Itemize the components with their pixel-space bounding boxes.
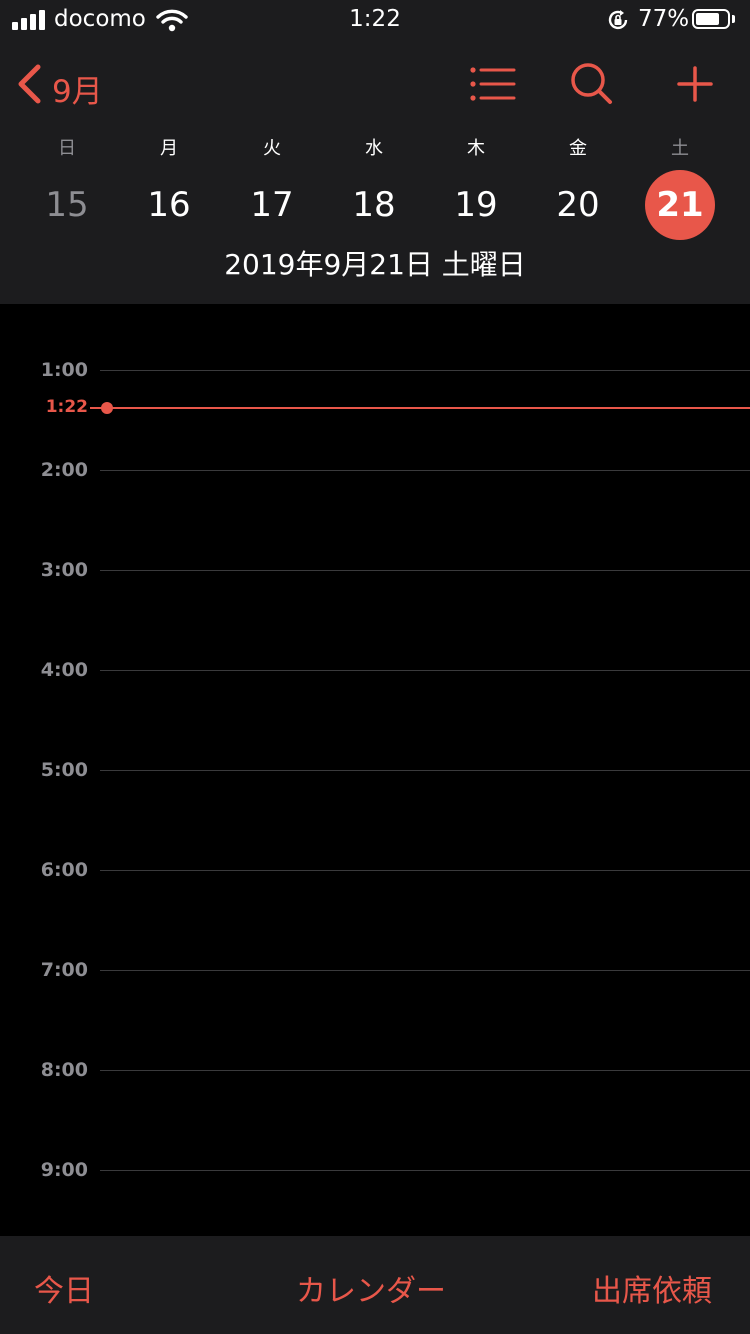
weekday-sun: 日 [58,138,76,159]
status-bar: docomo 1:22 77% [0,0,750,40]
day-timeline[interactable]: 1:00 1:22 2:00 3:00 4:00 5:00 6:00 7:00 … [0,304,750,1236]
inbox-button[interactable]: 出席依頼 [592,1266,712,1310]
hour-line-6 [100,870,750,871]
hour-label-1: 1:00 [40,359,88,381]
battery-level [696,13,719,25]
hour-line-8 [100,1070,750,1071]
battery-icon [692,9,730,29]
search-button[interactable] [562,58,622,110]
date-16[interactable]: 16 [134,170,204,240]
add-event-button[interactable] [666,58,726,110]
weekday-wed: 水 [365,138,383,159]
bottom-toolbar: 今日 カレンダー 出席依頼 [0,1236,750,1334]
hour-label-5: 5:00 [40,759,88,781]
hour-line-2 [100,470,750,471]
date-19[interactable]: 19 [441,170,511,240]
hour-label-8: 8:00 [40,1059,88,1081]
hour-line-5 [100,770,750,771]
date-17[interactable]: 17 [237,170,307,240]
chevron-left-icon [18,64,41,104]
weekday-mon: 月 [160,138,178,159]
hour-label-6: 6:00 [40,859,88,881]
hour-line-4 [100,670,750,671]
weekday-sat: 土 [671,138,689,159]
hour-label-2: 2:00 [40,459,88,481]
selected-full-date: 2019年9月21日 土曜日 [224,248,526,281]
list-icon [470,67,516,101]
date-18[interactable]: 18 [339,170,409,240]
battery-tip [732,15,735,23]
weekday-thu: 木 [467,138,485,159]
today-button[interactable]: 今日 [34,1266,94,1310]
current-time-label: 1:22 [45,397,88,417]
hour-label-7: 7:00 [40,959,88,981]
hour-line-7 [100,970,750,971]
plus-icon [677,66,713,102]
date-20[interactable]: 20 [543,170,613,240]
date-21-selected[interactable]: 21 [645,170,715,240]
hour-label-9: 9:00 [40,1159,88,1181]
back-month-button[interactable]: 9月 [14,58,124,110]
current-time-line [108,407,750,409]
weekday-fri: 金 [569,138,587,159]
list-view-button[interactable] [464,58,524,110]
back-month-label: 9月 [52,74,103,110]
search-icon [571,63,612,104]
hour-line-3 [100,570,750,571]
hour-label-4: 4:00 [40,659,88,681]
hour-line-9 [100,1170,750,1171]
hour-line-1 [100,370,750,371]
weekday-tue: 火 [263,138,281,159]
calendars-button[interactable]: カレンダー [296,1266,446,1310]
header-area: docomo 1:22 77% 9月 日 月 火 水 木 金 土 15 16 1… [0,0,750,304]
date-15[interactable]: 15 [32,170,102,240]
battery-percentage: 77% [638,6,690,32]
hour-label-3: 3:00 [40,559,88,581]
rotation-lock-icon [608,10,628,30]
